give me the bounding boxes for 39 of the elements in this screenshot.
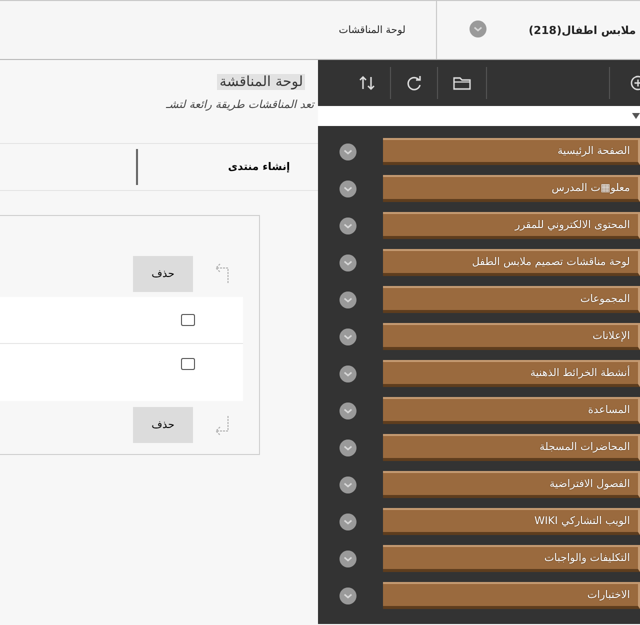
create-forum-button[interactable]: إنشاء منتدى — [136, 149, 318, 185]
chevron-icon[interactable] — [339, 364, 357, 382]
caret-icon[interactable] — [632, 112, 640, 120]
menu-item[interactable]: التكليفات والواجبات — [383, 545, 640, 572]
delete-button[interactable]: حذف — [133, 407, 193, 443]
chevron-icon[interactable] — [339, 402, 357, 420]
menu-item[interactable]: الفصول الافتراضية — [383, 471, 640, 498]
menu-item[interactable]: المحتوى الالكتروني للمقرر — [383, 212, 640, 239]
menu-item[interactable]: المجموعات — [383, 286, 640, 313]
menu-item[interactable]: الصفحة الرئيسية — [383, 138, 640, 165]
chevron-icon[interactable] — [339, 328, 357, 346]
chevron-icon[interactable] — [339, 438, 357, 456]
chevron-icon[interactable] — [339, 550, 357, 568]
sort-icon[interactable] — [358, 74, 376, 92]
menu-item[interactable]: الإعلانات — [383, 323, 640, 350]
menu-item[interactable]: أنشطة الخرائط الذهنية — [383, 360, 640, 387]
menu-item[interactable]: المحاضرات المسجلة — [383, 434, 640, 461]
chevron-icon[interactable] — [339, 254, 357, 272]
chevron-icon[interactable] — [339, 290, 357, 308]
menu-item[interactable]: الويب التشاركي WIKI — [383, 508, 640, 535]
checkbox[interactable] — [181, 358, 195, 370]
chevron-icon[interactable] — [339, 512, 357, 530]
chevron-icon[interactable] — [339, 586, 357, 604]
menu-item[interactable]: معلو▦ت المدرس — [383, 175, 640, 202]
chevron-icon[interactable] — [339, 216, 357, 234]
refresh-icon[interactable] — [405, 74, 423, 92]
menu-item[interactable]: الاختبارات — [383, 582, 640, 609]
chevron-icon[interactable] — [339, 476, 357, 494]
menu-item[interactable]: المساعدة — [383, 397, 640, 424]
page-breadcrumb[interactable]: لوحة المناقشات — [338, 24, 406, 36]
chevron-icon[interactable] — [339, 142, 357, 160]
course-breadcrumb[interactable]: ملابس اطفال(218) — [528, 24, 640, 36]
page-title: لوحة المناقشة — [217, 74, 305, 90]
delete-button[interactable]: حذف — [133, 256, 193, 292]
chevron-icon[interactable] — [339, 180, 357, 198]
menu-item[interactable]: لوحة مناقشات تصميم ملابس الطفل — [383, 249, 640, 276]
page-description: تعد المناقشات طريقة رائعة لتشـ — [164, 98, 314, 111]
folder-icon[interactable] — [452, 75, 472, 91]
checkbox[interactable] — [181, 314, 195, 326]
